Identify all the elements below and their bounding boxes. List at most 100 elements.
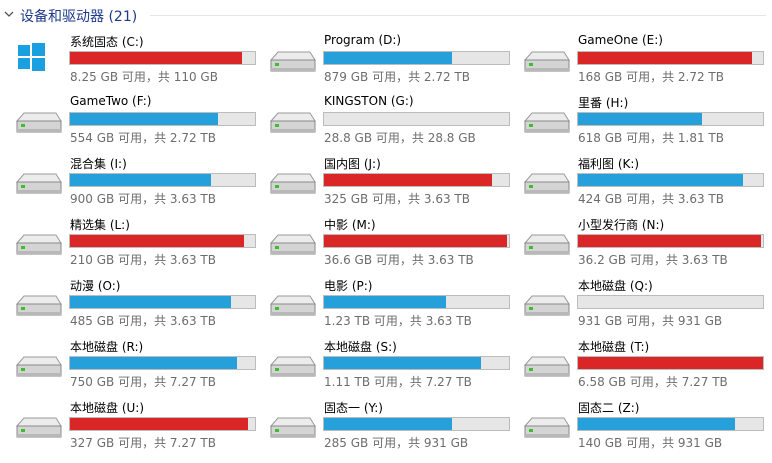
drive-tile[interactable]: 小型发行商 (N:) 36.2 GB 可用，共 3.63 TB <box>508 213 772 274</box>
drive-tile[interactable]: 精选集 (L:) 210 GB 可用，共 3.63 TB <box>0 213 256 274</box>
drive-tile[interactable]: 本地磁盘 (T:) 6.58 GB 可用，共 7.27 TB <box>508 335 772 396</box>
drive-free-space: 327 GB 可用，共 7.27 TB <box>70 436 216 450</box>
drive-tile[interactable]: 国内图 (J:) 325 GB 可用，共 3.63 TB <box>254 152 510 213</box>
drive-name: 里番 (H:) <box>578 96 629 110</box>
hard-drive-icon <box>268 290 318 320</box>
usage-bar-fill <box>578 418 736 430</box>
drive-grid: 系统固态 (C:) 8.25 GB 可用，共 110 GB Program (D:… <box>0 30 772 457</box>
usage-bar <box>577 112 764 126</box>
drive-name: Program (D:) <box>324 33 402 47</box>
drive-tile[interactable]: 固态二 (Z:) 140 GB 可用，共 931 GB <box>508 396 772 457</box>
hard-drive-icon <box>14 351 64 381</box>
drive-tile[interactable]: 本地磁盘 (Q:) 931 GB 可用，共 931 GB <box>508 274 772 335</box>
drive-tile[interactable]: KINGSTON (G:) 28.8 GB 可用，共 28.8 GB <box>254 91 510 152</box>
drive-free-space: 750 GB 可用，共 7.27 TB <box>70 375 216 389</box>
drive-tile[interactable]: 本地磁盘 (U:) 327 GB 可用，共 7.27 TB <box>0 396 256 457</box>
drive-free-space: 6.58 GB 可用，共 7.27 TB <box>578 375 728 389</box>
hard-drive-icon <box>268 107 318 137</box>
drive-name: 电影 (P:) <box>324 279 373 293</box>
usage-bar <box>69 356 256 370</box>
drive-name: 系统固态 (C:) <box>70 35 144 49</box>
drive-name: 固态二 (Z:) <box>578 401 640 415</box>
drive-tile[interactable]: GameOne (E:) 168 GB 可用，共 2.72 TB <box>508 30 772 91</box>
drive-tile[interactable]: 系统固态 (C:) 8.25 GB 可用，共 110 GB <box>0 30 256 91</box>
hard-drive-icon <box>522 107 572 137</box>
chevron-down-icon[interactable] <box>3 8 15 20</box>
hard-drive-icon <box>14 412 64 442</box>
usage-bar-fill <box>324 357 482 369</box>
usage-bar <box>323 51 510 65</box>
usage-bar-fill <box>70 235 244 247</box>
usage-bar <box>69 173 256 187</box>
drive-free-space: 485 GB 可用，共 3.63 TB <box>70 314 216 328</box>
drive-tile[interactable]: 福利图 (K:) 424 GB 可用，共 3.63 TB <box>508 152 772 213</box>
drive-name: 本地磁盘 (S:) <box>324 340 397 354</box>
usage-bar <box>577 417 764 431</box>
drive-name: 混合集 (I:) <box>70 157 127 171</box>
drive-name: 中影 (M:) <box>324 218 376 232</box>
hard-drive-icon <box>268 351 318 381</box>
drive-free-space: 36.6 GB 可用，共 3.63 TB <box>324 253 474 267</box>
drive-name: 本地磁盘 (T:) <box>578 340 650 354</box>
hard-drive-icon <box>268 412 318 442</box>
usage-bar-fill <box>578 357 763 369</box>
usage-bar <box>577 51 764 65</box>
drive-free-space: 36.2 GB 可用，共 3.63 TB <box>578 253 728 267</box>
usage-bar-fill <box>324 296 447 308</box>
usage-bar-fill <box>578 174 743 186</box>
hard-drive-icon <box>268 229 318 259</box>
drive-free-space: 325 GB 可用，共 3.63 TB <box>324 192 470 206</box>
drive-free-space: 1.23 TB 可用，共 3.63 TB <box>324 314 472 328</box>
drive-name: 固态一 (Y:) <box>324 401 383 415</box>
hard-drive-icon <box>268 168 318 198</box>
usage-bar-fill <box>70 357 237 369</box>
drive-free-space: 8.25 GB 可用，共 110 GB <box>70 70 218 84</box>
usage-bar <box>577 356 764 370</box>
drive-name: 精选集 (L:) <box>70 218 130 232</box>
drive-tile[interactable]: GameTwo (F:) 554 GB 可用，共 2.72 TB <box>0 91 256 152</box>
usage-bar-fill <box>70 296 231 308</box>
drive-tile[interactable]: 电影 (P:) 1.23 TB 可用，共 3.63 TB <box>254 274 510 335</box>
windows-logo-icon <box>16 42 46 72</box>
hard-drive-icon <box>522 229 572 259</box>
drive-tile[interactable]: 固态一 (Y:) 285 GB 可用，共 931 GB <box>254 396 510 457</box>
usage-bar-fill <box>578 52 752 64</box>
hard-drive-icon <box>14 290 64 320</box>
drive-name: 福利图 (K:) <box>578 157 640 171</box>
usage-bar <box>577 173 764 187</box>
usage-bar <box>323 234 510 248</box>
usage-bar <box>323 173 510 187</box>
drive-tile[interactable]: 混合集 (I:) 900 GB 可用，共 3.63 TB <box>0 152 256 213</box>
drive-tile[interactable]: 里番 (H:) 618 GB 可用，共 1.81 TB <box>508 91 772 152</box>
usage-bar <box>577 295 764 309</box>
usage-bar-fill <box>70 113 218 125</box>
usage-bar <box>577 234 764 248</box>
drive-free-space: 140 GB 可用，共 931 GB <box>578 436 723 450</box>
usage-bar <box>323 295 510 309</box>
group-title: 设备和驱动器 (21) <box>20 9 138 25</box>
drive-tile[interactable]: 动漫 (O:) 485 GB 可用，共 3.63 TB <box>0 274 256 335</box>
hard-drive-icon <box>522 412 572 442</box>
usage-bar-fill <box>70 418 248 430</box>
hard-drive-icon <box>522 168 572 198</box>
drives-group-header[interactable]: 设备和驱动器 (21) <box>0 0 772 30</box>
drive-tile[interactable]: Program (D:) 879 GB 可用，共 2.72 TB <box>254 30 510 91</box>
usage-bar <box>323 417 510 431</box>
drive-tile[interactable]: 本地磁盘 (S:) 1.11 TB 可用，共 7.27 TB <box>254 335 510 396</box>
drive-name: 小型发行商 (N:) <box>578 218 665 232</box>
drive-name: 本地磁盘 (R:) <box>70 340 144 354</box>
drive-tile[interactable]: 本地磁盘 (R:) 750 GB 可用，共 7.27 TB <box>0 335 256 396</box>
drive-name: 国内图 (J:) <box>324 157 381 171</box>
usage-bar-fill <box>324 174 493 186</box>
drive-free-space: 554 GB 可用，共 2.72 TB <box>70 131 216 145</box>
usage-bar <box>69 112 256 126</box>
hard-drive-icon <box>14 168 64 198</box>
drive-name: 本地磁盘 (Q:) <box>578 279 653 293</box>
usage-bar-fill <box>70 174 211 186</box>
drive-tile[interactable]: 中影 (M:) 36.6 GB 可用，共 3.63 TB <box>254 213 510 274</box>
usage-bar-fill <box>578 113 702 125</box>
drive-name: GameTwo (F:) <box>70 94 152 108</box>
drive-free-space: 285 GB 可用，共 931 GB <box>324 436 469 450</box>
drive-name: 本地磁盘 (U:) <box>70 401 145 415</box>
drive-name: KINGSTON (G:) <box>324 94 414 108</box>
